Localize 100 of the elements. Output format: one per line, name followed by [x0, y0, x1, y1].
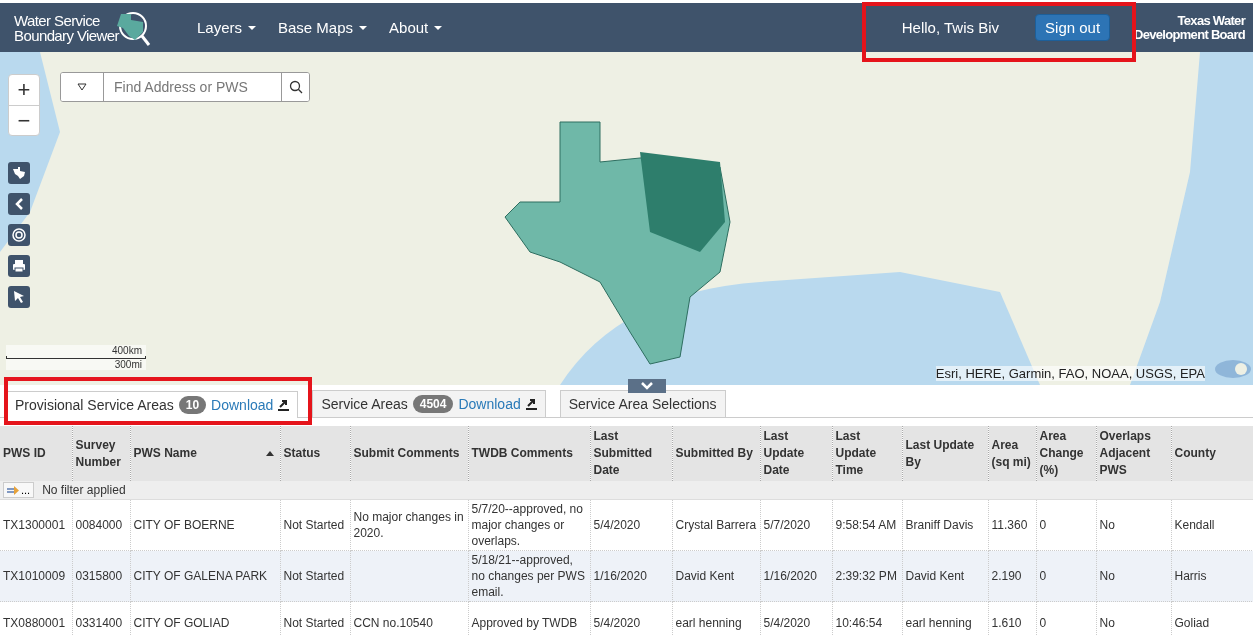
- search-options-dropdown[interactable]: [61, 73, 104, 101]
- print-button[interactable]: [8, 255, 30, 277]
- column-header[interactable]: Submitted By: [672, 426, 760, 481]
- column-header[interactable]: PWS ID: [0, 426, 72, 481]
- table-cell: TX1010009: [0, 550, 72, 602]
- table-cell: No: [1096, 601, 1171, 635]
- table-cell: 0084000: [72, 499, 130, 551]
- export-icon: [525, 398, 537, 410]
- table-cell: 5/7/20--approved, no major changes or overlaps.: [468, 499, 590, 551]
- table-cell: 1.610: [988, 601, 1036, 635]
- table-cell: 10:46:54: [832, 601, 902, 635]
- table-cell: Braniff Davis: [902, 499, 988, 551]
- table-cell: 5/4/2020: [590, 499, 672, 551]
- chevron-left-icon: [14, 198, 24, 210]
- table-cell: 0331400: [72, 601, 130, 635]
- table-cell: Not Started: [280, 499, 350, 551]
- table-cell: No: [1096, 550, 1171, 602]
- texas-extent-button[interactable]: [8, 162, 30, 184]
- table-cell: Not Started: [280, 550, 350, 602]
- table-cell: David Kent: [672, 550, 760, 602]
- column-header[interactable]: Status: [280, 426, 350, 481]
- menu-dropdown[interactable]: Layers: [196, 19, 256, 36]
- column-header[interactable]: Last Update Date: [760, 426, 832, 481]
- select-button[interactable]: [8, 286, 30, 308]
- table-cell: No: [1096, 499, 1171, 551]
- filter-arrows-icon: [7, 485, 19, 495]
- count-badge: 10: [178, 396, 207, 414]
- search-button[interactable]: [281, 73, 309, 101]
- table-cell: earl henning: [672, 601, 760, 635]
- caret-icon: [77, 83, 87, 91]
- back-button[interactable]: [8, 193, 30, 215]
- chevron-down-icon: [641, 382, 653, 390]
- table-cell: Harris: [1171, 550, 1253, 602]
- table-cell: 0: [1036, 499, 1096, 551]
- table-cell: CCN no.10540: [350, 601, 468, 635]
- table-cell: CITY OF GOLIAD: [130, 601, 280, 635]
- table-tab[interactable]: Provisional Service Areas 10 Download: [6, 391, 299, 418]
- tab-label[interactable]: Service Areas: [321, 396, 408, 412]
- table-cell: 0315800: [72, 550, 130, 602]
- tab-label[interactable]: Service Area Selections: [568, 396, 717, 412]
- table-cell: David Kent: [902, 550, 988, 602]
- table-cell: earl henning: [902, 601, 988, 635]
- search-icon: [288, 80, 303, 94]
- table-tab[interactable]: Service Areas 4504 Download: [312, 390, 546, 417]
- menu-dropdown[interactable]: About: [389, 19, 443, 36]
- table-cell: 0: [1036, 601, 1096, 635]
- table-cell: Goliad: [1171, 601, 1253, 635]
- table-cell: Not Started: [280, 601, 350, 635]
- zoom-in-button[interactable]: +: [9, 75, 39, 105]
- table-cell: Approved by TWDB: [468, 601, 590, 635]
- menu-dropdown[interactable]: Base Maps: [278, 19, 368, 36]
- table-cell: CITY OF BOERNE: [130, 499, 280, 551]
- tab-label[interactable]: Provisional Service Areas: [15, 397, 174, 413]
- zoom-out-button[interactable]: −: [9, 105, 39, 135]
- crosshair-icon: [11, 227, 27, 243]
- table-cell: 5/4/2020: [760, 601, 832, 635]
- column-header[interactable]: Survey Number: [72, 426, 130, 481]
- table-cell: 5/18/21--approved, no changes per PWS email.: [468, 550, 590, 602]
- column-header[interactable]: Area Change (%): [1036, 426, 1096, 481]
- printer-icon: [12, 259, 26, 273]
- table-cell: 5/4/2020: [590, 601, 672, 635]
- column-header[interactable]: County: [1171, 426, 1253, 481]
- export-icon: [278, 399, 290, 411]
- column-header[interactable]: Last Update By: [902, 426, 988, 481]
- download-link[interactable]: Download: [211, 397, 274, 413]
- table-cell: 1/16/2020: [590, 550, 672, 602]
- agency-logo: Texas Water Development Board: [1134, 13, 1245, 42]
- table-cell: No major changes in 2020.: [350, 499, 468, 551]
- table-cell: 1/16/2020: [760, 550, 832, 602]
- table-cell: 0: [1036, 550, 1096, 602]
- table-cell: 2.190: [988, 550, 1036, 602]
- column-header[interactable]: Area (sq mi): [988, 426, 1036, 481]
- column-header[interactable]: Last Submitted Date: [590, 426, 672, 481]
- download-link[interactable]: Download: [458, 396, 521, 412]
- column-header[interactable]: Overlaps Adjacent PWS: [1096, 426, 1171, 481]
- table-cell: TX0880001: [0, 601, 72, 635]
- filter-status: No filter applied: [42, 483, 126, 497]
- map-attribution: Esri, HERE, Garmin, FAO, NOAA, USGS, EPA: [935, 366, 1205, 381]
- search-bar[interactable]: Find Address or PWS: [60, 72, 310, 102]
- table-cell: 11.360: [988, 499, 1036, 551]
- count-badge: 4504: [412, 395, 454, 413]
- column-header[interactable]: PWS Name: [130, 426, 280, 481]
- column-header[interactable]: TWDB Comments: [468, 426, 590, 481]
- table-cell: TX1300001: [0, 499, 72, 551]
- table-cell: 5/7/2020: [760, 499, 832, 551]
- collapse-button[interactable]: [628, 379, 666, 393]
- pointer-icon: [13, 290, 25, 304]
- table-cell: Crystal Barrera: [672, 499, 760, 551]
- column-header[interactable]: Submit Comments: [350, 426, 468, 481]
- sign-out-button[interactable]: Sign out: [1035, 14, 1111, 41]
- table-cell: 9:58:54 AM: [832, 499, 902, 551]
- filter-button[interactable]: ...: [3, 482, 35, 498]
- scale-bar: 400km 300mi: [6, 345, 146, 370]
- app-logo[interactable]: Water Service Boundary Viewer: [14, 12, 119, 43]
- locate-button[interactable]: [8, 224, 30, 246]
- column-header[interactable]: Last Update Time: [832, 426, 902, 481]
- table-tab[interactable]: Service Area Selections: [559, 390, 726, 417]
- table-cell: Kendall: [1171, 499, 1253, 551]
- table-cell: CITY OF GALENA PARK: [130, 550, 280, 602]
- user-greeting: Hello, Twis Biv: [901, 19, 1000, 36]
